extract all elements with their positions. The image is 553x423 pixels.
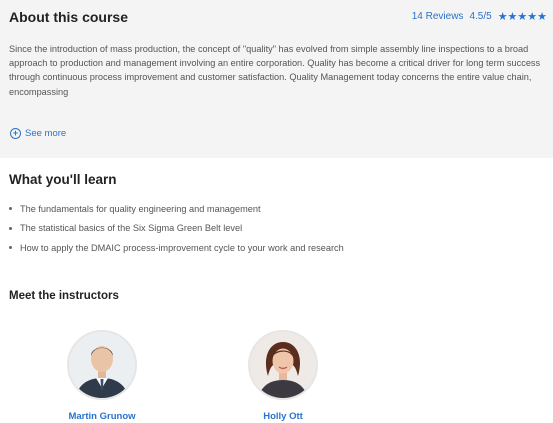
plus-circle-icon: + xyxy=(10,128,21,139)
see-more-label: See more xyxy=(25,128,67,139)
instructor-name[interactable]: Holly Ott xyxy=(263,411,303,422)
instructors-title: Meet the instructors xyxy=(9,290,119,302)
learn-item-text: How to apply the DMAIC process-improveme… xyxy=(20,242,344,253)
learn-item-text: The fundamentals for quality engineering… xyxy=(20,203,261,214)
star-rating-icon: ★★★★★ xyxy=(497,11,547,23)
about-course-section: About this course 14 Reviews 4.5/5 ★★★★★… xyxy=(0,0,553,158)
see-more-link[interactable]: + See more xyxy=(10,128,66,139)
instructor-card[interactable]: Martin Grunow xyxy=(47,330,157,422)
learn-item-text: The statistical basics of the Six Sigma … xyxy=(20,223,243,234)
rating-value: 4.5/5 xyxy=(469,11,492,22)
instructor-card[interactable]: Holly Ott xyxy=(228,330,338,422)
avatar[interactable] xyxy=(67,330,137,400)
person-photo-icon xyxy=(250,332,316,398)
review-count[interactable]: 14 Reviews xyxy=(412,11,464,22)
avatar[interactable] xyxy=(248,330,318,400)
rating-summary[interactable]: 14 Reviews 4.5/5 ★★★★★ xyxy=(412,10,547,23)
bullet-icon xyxy=(9,226,12,230)
about-title: About this course xyxy=(9,9,129,25)
learn-list: The fundamentals for quality engineering… xyxy=(9,199,344,258)
bullet-icon xyxy=(9,207,12,211)
learn-item: The statistical basics of the Six Sigma … xyxy=(9,219,344,239)
instructor-name[interactable]: Martin Grunow xyxy=(68,411,135,422)
learn-title: What you'll learn xyxy=(9,172,117,187)
course-page: About this course 14 Reviews 4.5/5 ★★★★★… xyxy=(0,0,553,423)
course-description: Since the introduction of mass productio… xyxy=(9,44,541,97)
bullet-icon xyxy=(9,246,12,250)
learn-item: The fundamentals for quality engineering… xyxy=(9,199,344,219)
learn-item: How to apply the DMAIC process-improveme… xyxy=(9,238,344,258)
person-photo-icon xyxy=(69,332,135,398)
